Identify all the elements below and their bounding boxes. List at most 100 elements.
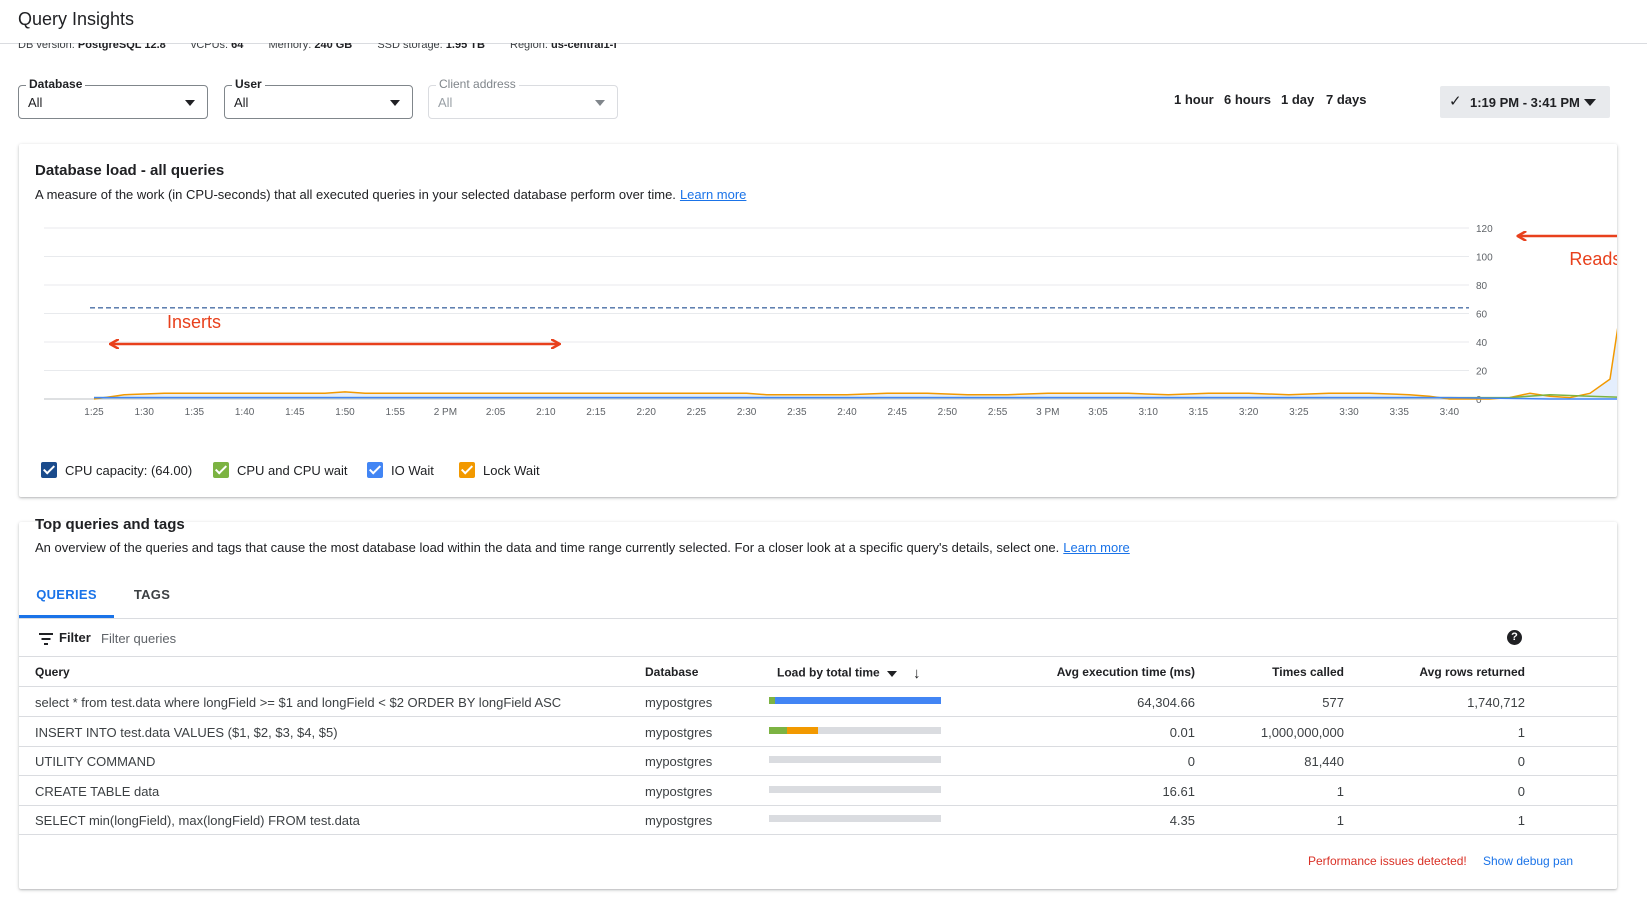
custom-range-picker[interactable]: ✓ 1:19 PM - 3:41 PM <box>1440 86 1610 118</box>
x-tick-label: 3:30 <box>1339 407 1359 418</box>
times-called: 1,000,000,000 <box>1260 724 1344 740</box>
avg-rows-returned: 0 <box>1517 783 1525 799</box>
query-text: CREATE TABLE data <box>35 783 160 799</box>
table-row[interactable]: SELECT min(longField), max(longField) FR… <box>19 806 1617 836</box>
col-query[interactable]: Query <box>35 665 70 679</box>
avg-rows-returned: 1,740,712 <box>1467 695 1525 710</box>
query-text: INSERT INTO test.data VALUES ($1, $2, $3… <box>35 724 338 740</box>
queries-card-description: An overview of the queries and tags that… <box>35 540 1130 555</box>
x-tick-label: 3:05 <box>1088 407 1108 418</box>
col-avg-exec-time[interactable]: Avg execution time (ms) <box>1057 665 1195 679</box>
legend-lock-wait[interactable]: Lock Wait <box>459 462 540 478</box>
avg-rows-returned: 0 <box>1517 754 1525 770</box>
range-1-day[interactable]: 1 day <box>1281 92 1314 107</box>
load-bar <box>769 756 941 764</box>
x-tick-label: 3:40 <box>1440 407 1460 418</box>
x-tick-label: 2:40 <box>837 407 857 418</box>
chart-annotations: Inserts Reads <box>112 236 1617 344</box>
y-tick-label: 60 <box>1476 310 1488 321</box>
range-1-hour[interactable]: 1 hour <box>1174 92 1214 107</box>
avg-execution-time: 64,304.66 <box>1137 695 1195 710</box>
table-row[interactable]: INSERT INTO test.data VALUES ($1, $2, $3… <box>19 718 1617 747</box>
x-tick-label: 2:35 <box>787 407 807 418</box>
range-7-days[interactable]: 7 days <box>1326 92 1366 107</box>
x-tick-label: 2:45 <box>887 407 907 418</box>
avg-execution-time: 0 <box>1187 754 1195 770</box>
x-tick-label: 3:25 <box>1289 407 1309 418</box>
page-title: Query Insights <box>18 9 135 29</box>
load-bar <box>769 785 941 793</box>
range-6-hours[interactable]: 6 hours <box>1224 92 1271 107</box>
legend-io-wait[interactable]: IO Wait <box>367 462 434 478</box>
reads-label: Reads <box>1569 249 1617 269</box>
load-area <box>94 332 1617 399</box>
x-tick-label: 1:45 <box>285 407 305 418</box>
query-text: UTILITY COMMAND <box>35 754 156 770</box>
user-select[interactable]: User All <box>224 77 413 119</box>
tab-queries[interactable]: QUERIES <box>19 572 114 618</box>
inserts-label: Inserts <box>167 312 221 332</box>
x-tick-label: 2:50 <box>938 407 958 418</box>
legend-cpu-wait[interactable]: CPU and CPU wait <box>213 462 348 478</box>
load-bar-segment <box>934 756 941 764</box>
x-tick-label: 1:50 <box>335 407 355 418</box>
x-tick-label: 3:15 <box>1189 407 1209 418</box>
check-icon: ✓ <box>1449 93 1462 110</box>
x-tick-label: 1:25 <box>84 407 104 418</box>
top-bar: Query Insights <box>0 0 1647 44</box>
show-debug-panel-link[interactable]: Show debug pan <box>1483 854 1573 868</box>
x-tick-label: 2:20 <box>636 407 656 418</box>
x-tick-label: 2:25 <box>687 407 707 418</box>
x-tick-label: 3:35 <box>1389 407 1409 418</box>
y-tick-label: 20 <box>1476 367 1488 378</box>
x-tick-label: 2:30 <box>737 407 757 418</box>
chart-grid <box>44 227 1469 400</box>
filter-queries-input[interactable] <box>99 627 499 649</box>
x-tick-label: 2:10 <box>536 407 556 418</box>
filter-label: Filter <box>59 630 91 645</box>
lock-wait-line <box>93 327 1617 400</box>
avg-execution-time: 4.35 <box>1169 813 1195 829</box>
y-tick-label: 80 <box>1476 281 1488 292</box>
checkbox-checked-icon <box>213 462 229 478</box>
learn-more-link[interactable]: Learn more <box>1063 540 1129 555</box>
avg-execution-time: 16.61 <box>1162 783 1195 799</box>
load-bar-segment <box>934 726 941 734</box>
x-tick-label: 2:15 <box>586 407 606 418</box>
times-called: 577 <box>1322 695 1344 710</box>
custom-range-label: 1:19 PM - 3:41 PM <box>1470 95 1580 110</box>
load-bar-segment <box>934 697 941 704</box>
col-database[interactable]: Database <box>645 665 698 679</box>
avg-rows-returned: 1 <box>1517 724 1525 740</box>
times-called: 81,440 <box>1304 754 1344 770</box>
load-bar-segment <box>934 815 941 823</box>
database-select[interactable]: Database All <box>18 77 208 119</box>
x-tick-label: 3:20 <box>1239 407 1259 418</box>
x-tick-label: 1:30 <box>134 407 154 418</box>
col-load[interactable]: Load by total time ↓ <box>777 665 921 682</box>
y-tick-label: 120 <box>1476 224 1493 235</box>
table-row[interactable]: UTILITY COMMAND mypostgres 0 81,440 0 <box>19 747 1617 777</box>
performance-issues-warning: Performance issues detected! <box>1308 854 1467 868</box>
col-avg-rows[interactable]: Avg rows returned <box>1419 665 1525 679</box>
avg-execution-time: 0.01 <box>1169 724 1195 740</box>
dropdown-arrow-icon <box>595 100 605 106</box>
x-tick-label: 2:55 <box>988 407 1008 418</box>
tab-tags[interactable]: TAGS <box>114 572 190 618</box>
times-called: 1 <box>1336 783 1344 799</box>
help-icon[interactable]: ? <box>1507 630 1522 645</box>
database-select-value: All <box>28 95 43 110</box>
y-tick-label: 0 <box>1476 395 1482 406</box>
learn-more-link[interactable]: Learn more <box>680 187 746 202</box>
avg-rows-returned: 1 <box>1517 813 1525 829</box>
table-row[interactable]: select * from test.data where longField … <box>19 688 1617 717</box>
filter-bar: Filter ? <box>19 619 1617 657</box>
col-times-called[interactable]: Times called <box>1272 665 1344 679</box>
table-row[interactable]: CREATE TABLE data mypostgres 16.61 1 0 <box>19 777 1617 806</box>
client-address-select[interactable]: Client address All <box>428 77 618 119</box>
client-address-label: Client address <box>436 77 519 91</box>
database-name: mypostgres <box>645 754 713 770</box>
legend-cpu-capacity[interactable]: CPU capacity: (64.00) <box>41 462 192 478</box>
dropdown-arrow-icon <box>185 100 195 106</box>
database-name: mypostgres <box>645 724 713 740</box>
